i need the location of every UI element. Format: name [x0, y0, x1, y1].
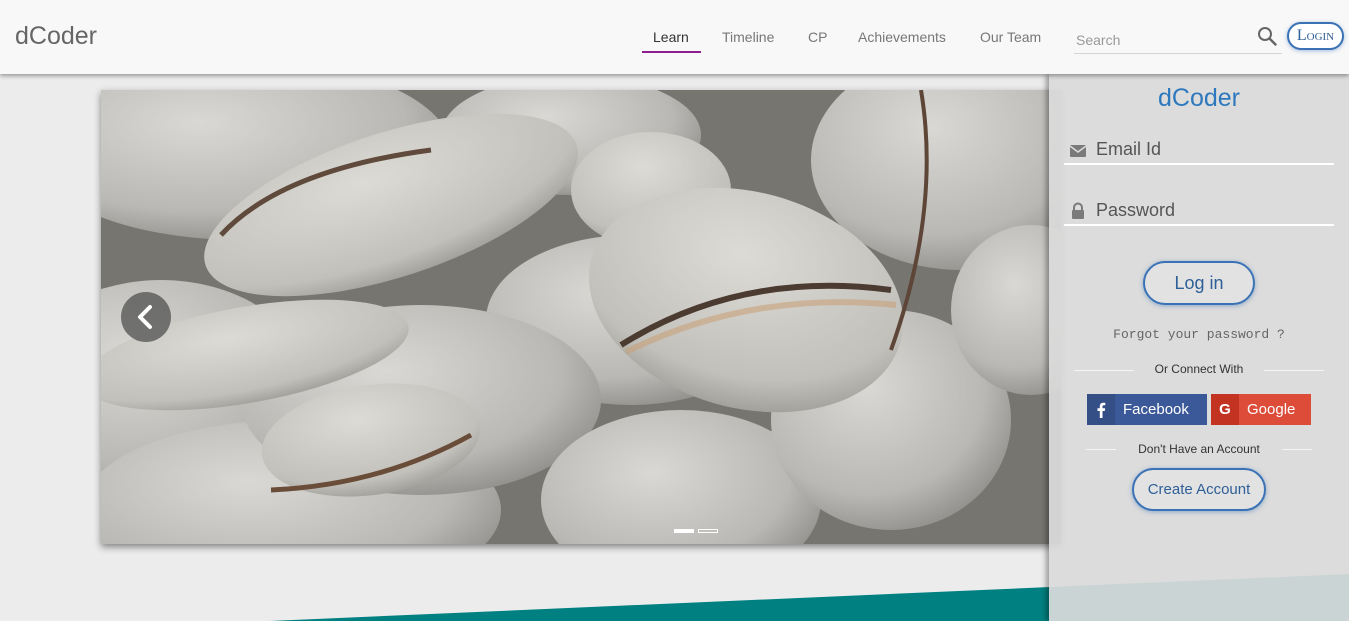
nav-learn[interactable]: Learn [653, 29, 689, 45]
carousel-image [101, 90, 1061, 544]
nav-our-team[interactable]: Our Team [980, 29, 1041, 45]
top-navbar: dCoder Learn Timeline CP Achievements Ou… [0, 0, 1349, 74]
carousel-indicator-2[interactable] [698, 529, 718, 533]
panel-title: dCoder [1158, 84, 1240, 112]
divider [1282, 449, 1312, 450]
nav-achievements[interactable]: Achievements [858, 29, 946, 45]
divider [1264, 370, 1324, 371]
password-field[interactable] [1064, 196, 1334, 226]
search-icon[interactable] [1257, 26, 1277, 46]
chevron-left-icon [138, 305, 152, 329]
nav-cp[interactable]: CP [808, 29, 827, 45]
login-panel: dCoder Log in Forgot your password ? Or … [1049, 74, 1349, 621]
brand-logo[interactable]: dCoder [15, 22, 97, 51]
google-label: Google [1247, 401, 1296, 418]
google-button[interactable]: G Google [1211, 394, 1311, 425]
facebook-icon [1087, 394, 1115, 425]
search-input[interactable] [1074, 27, 1282, 54]
forgot-password-link[interactable]: Forgot your password ? [1049, 327, 1349, 342]
facebook-label: Facebook [1123, 401, 1189, 418]
nav-timeline[interactable]: Timeline [722, 29, 774, 45]
carousel-indicator-1[interactable] [674, 529, 694, 533]
nav-active-indicator [642, 51, 701, 53]
connect-with-label: Or Connect With [1154, 362, 1244, 376]
facebook-button[interactable]: Facebook [1087, 394, 1207, 425]
google-icon: G [1211, 394, 1239, 425]
carousel-prev-button[interactable] [121, 292, 171, 342]
image-carousel [101, 90, 1061, 544]
create-account-button[interactable]: Create Account [1132, 468, 1266, 511]
login-submit-button[interactable]: Log in [1143, 261, 1255, 305]
email-field[interactable] [1064, 135, 1334, 165]
header-login-button[interactable]: Login [1287, 22, 1344, 50]
